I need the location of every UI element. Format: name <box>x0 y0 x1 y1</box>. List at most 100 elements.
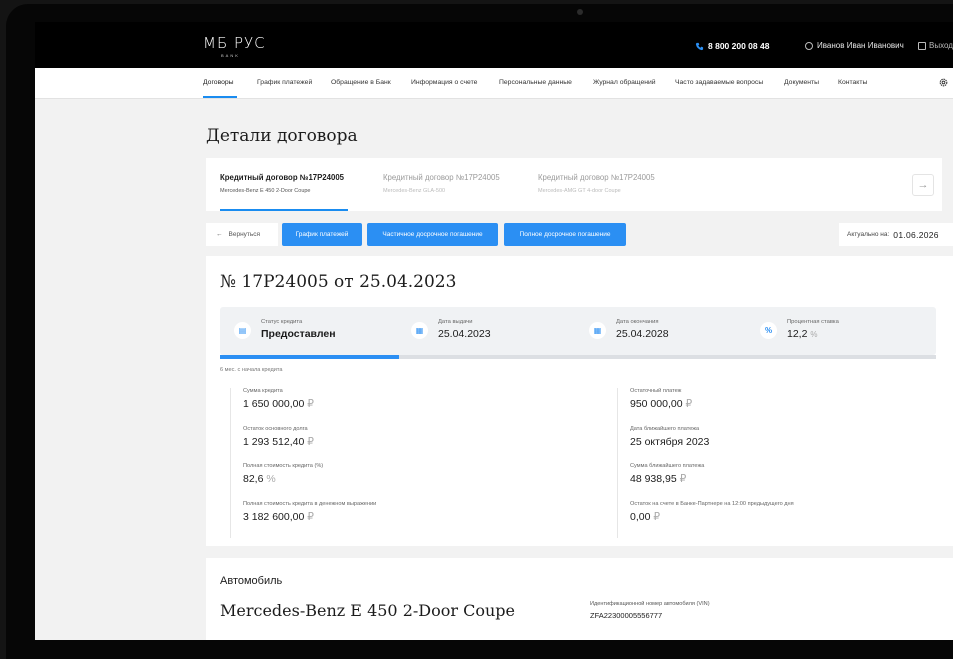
rate-value: 12,2 % <box>787 328 839 340</box>
detail-amount: 82,6 <box>243 473 264 485</box>
detail-label: Остаточный платеж <box>630 388 682 394</box>
calendar-icon: ▦ <box>589 322 606 339</box>
detail-item: Сумма ближайшего платежа 48 938,95 ₽ <box>618 463 794 501</box>
detail-item: Остаток основного долга 1 293 512,40 ₽ <box>231 426 376 464</box>
detail-unit: ₽ <box>685 398 693 410</box>
car-card: Автомобиль Mercedes-Benz E 450 2-Door Co… <box>206 558 953 640</box>
details-left: Сумма кредита 1 650 000,00 ₽ Остаток осн… <box>230 388 376 538</box>
detail-value: 25 октября 2023 <box>630 436 794 448</box>
issue-date-value: 25.04.2023 <box>438 328 491 340</box>
status-item: ▤ Статус кредита Предоставлен <box>234 319 336 340</box>
phone-link[interactable]: 8 800 200 08 48 <box>695 41 769 51</box>
percent-icon: % <box>760 322 777 339</box>
bank-logo[interactable]: МБ РУС BANK <box>203 34 266 58</box>
logout-label: Выход <box>929 41 953 50</box>
status-value: Предоставлен <box>261 328 336 340</box>
nav-item-appeal[interactable]: Обращение в Банк <box>331 79 391 86</box>
device-frame: МБ РУС BANK 8 800 200 08 48 Иванов Иван … <box>0 0 953 659</box>
contract-details-card: № 17P24005 от 25.04.2023 ▤ Статус кредит… <box>206 256 953 546</box>
detail-label: Остаток на счете в Банке-Партнере на 12:… <box>630 500 794 507</box>
detail-item: Дата ближайшего платежа 25 октября 2023 <box>618 426 794 464</box>
vin-label: Идентификационной номер автомобиля (VIN) <box>590 601 710 607</box>
contract-tab-title: Кредитный договор №17P24005 <box>383 173 500 182</box>
partial-repayment-button[interactable]: Частичное досрочное погашение <box>367 223 498 246</box>
logout-button[interactable]: Выход <box>918 41 953 50</box>
detail-label: Полная стоимость кредита в денежном выра… <box>243 500 377 507</box>
arrow-right-icon: → <box>917 179 929 191</box>
schedule-button[interactable]: График платежей <box>282 223 362 246</box>
detail-value: 1 293 512,40 ₽ <box>243 436 376 448</box>
detail-label: Сумма ближайшего платежа <box>630 463 705 469</box>
nav-item-contracts[interactable]: Договоры <box>203 79 234 86</box>
user-menu[interactable]: Иванов Иван Иванович <box>805 41 904 50</box>
detail-label: Сумма кредита <box>243 388 283 394</box>
camera-dot <box>577 9 583 15</box>
contracts-next-button[interactable]: → <box>912 174 934 196</box>
page-title: Детали договора <box>206 126 358 146</box>
nav-item-appeal-log[interactable]: Журнал обращений <box>593 79 656 86</box>
detail-item: Полная стоимость кредита (%) 82,6 % <box>231 463 376 501</box>
detail-label: Дата ближайшего платежа <box>630 425 700 432</box>
actual-date-label: Актуально на: <box>847 231 890 238</box>
contract-tab-title: Кредитный договор №17P24005 <box>538 173 655 182</box>
nav-item-faq[interactable]: Часто задаваемые вопросы <box>675 79 763 86</box>
contract-tab-car: Mercedes-AMG GT 4-door Coupe <box>538 188 621 194</box>
detail-amount: 1 293 512,40 <box>243 435 305 448</box>
end-date-item: ▦ Дата окончания 25.04.2028 <box>589 319 669 340</box>
detail-item: Полная стоимость кредита в денежном выра… <box>231 501 376 539</box>
detail-value: 3 182 600,00 ₽ <box>243 511 376 523</box>
rate-item: % Процентная ставка 12,2 % <box>760 319 839 340</box>
actual-date-value: 01.06.2026 <box>893 229 939 240</box>
detail-amount: 0,00 <box>630 510 651 523</box>
issue-date-label: Дата выдачи <box>438 319 473 325</box>
end-date-label: Дата окончания <box>616 319 659 325</box>
vin-value: ZFA22300005556777 <box>590 611 663 620</box>
detail-label: Полная стоимость кредита (%) <box>243 463 324 469</box>
detail-amount: 1 650 000,00 <box>243 398 305 410</box>
calendar-icon: ▦ <box>411 322 428 339</box>
vin-block: Идентификационной номер автомобиля (VIN)… <box>590 601 710 620</box>
full-repayment-button[interactable]: Полное досрочное погашение <box>504 223 626 246</box>
contract-tab-2[interactable]: Кредитный договор №17P24005 Mercedes-Ben… <box>383 173 500 194</box>
contract-tab-car: Mercedes-Benz GLA-500 <box>383 188 446 194</box>
end-date-value: 25.04.2028 <box>616 328 669 340</box>
contract-tab-3[interactable]: Кредитный договор №17P24005 Mercedes-AMG… <box>538 173 655 194</box>
nav-item-schedule[interactable]: График платежей <box>257 79 312 86</box>
detail-unit: ₽ <box>679 473 687 485</box>
contract-tab-title: Кредитный договор №17P24005 <box>220 173 344 182</box>
detail-amount: 48 938,95 <box>630 473 677 485</box>
detail-value: 48 938,95 ₽ <box>630 473 794 485</box>
rate-unit: % <box>810 330 818 339</box>
arrow-left-icon: ← <box>216 231 223 238</box>
contract-tab-active-indicator <box>220 209 348 211</box>
nav-item-contacts[interactable]: Контакты <box>838 79 867 86</box>
detail-amount: 950 000,00 <box>630 398 683 410</box>
user-icon <box>805 41 813 50</box>
user-name: Иванов Иван Иванович <box>817 41 904 50</box>
nav-item-documents[interactable]: Документы <box>784 79 819 86</box>
nav-item-account-info[interactable]: Информация о счете <box>411 79 477 86</box>
status-label: Статус кредита <box>261 319 303 325</box>
document-icon: ▤ <box>234 322 251 339</box>
detail-value: 0,00 ₽ <box>630 511 794 523</box>
contract-number: № 17P24005 от 25.04.2023 <box>220 272 457 292</box>
credit-progress-fill <box>220 355 399 359</box>
gear-icon[interactable] <box>938 77 949 88</box>
details-right: Остаточный платеж 950 000,00 ₽ Дата ближ… <box>617 388 794 538</box>
actual-date-box: Актуально на: 01.06.2026 <box>839 223 953 246</box>
contract-tab-1[interactable]: Кредитный договор №17P24005 Mercedes-Ben… <box>220 173 344 194</box>
detail-item: Сумма кредита 1 650 000,00 ₽ <box>231 388 376 426</box>
back-button[interactable]: ← Вернуться <box>206 223 278 246</box>
issue-date-item: ▦ Дата выдачи 25.04.2023 <box>411 319 491 340</box>
detail-item: Остаточный платеж 950 000,00 ₽ <box>618 388 794 426</box>
status-strip: ▤ Статус кредита Предоставлен ▦ Дата выд… <box>220 307 936 355</box>
detail-label: Остаток основного долга <box>243 425 308 432</box>
rate-number: 12,2 <box>787 328 808 340</box>
nav-item-personal-data[interactable]: Персональные данные <box>499 79 572 86</box>
detail-unit: ₽ <box>307 398 314 410</box>
car-section-title: Автомобиль <box>220 575 283 587</box>
phone-number: 8 800 200 08 48 <box>708 41 770 51</box>
contract-tab-car: Mercedes-Benz E 450 2-Door Coupe <box>220 188 311 194</box>
app-screen: МБ РУС BANK 8 800 200 08 48 Иванов Иван … <box>35 22 953 640</box>
detail-unit: ₽ <box>307 435 314 448</box>
